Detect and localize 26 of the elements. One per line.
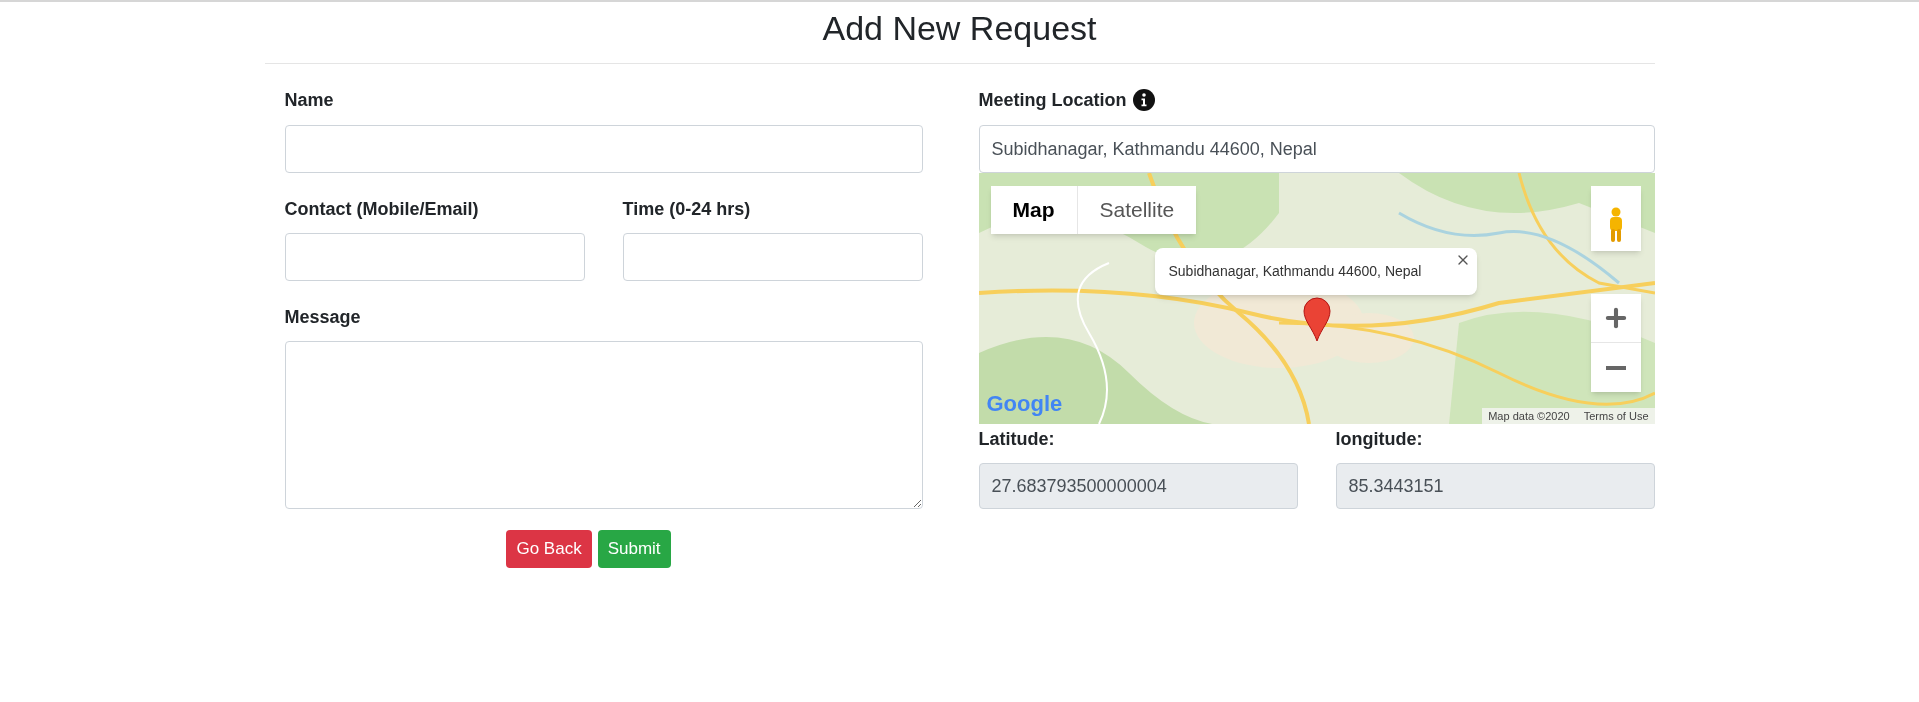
field-label: Name xyxy=(284,89,335,112)
time-field[interactable] xyxy=(622,233,923,281)
field-label: Message xyxy=(284,306,362,329)
map-type-tab[interactable]: Satellite xyxy=(1076,186,1197,234)
terms-link[interactable]: Terms of Use xyxy=(1583,407,1649,424)
go-back-button[interactable]: Go Back xyxy=(506,530,592,568)
map-attribution: Map data ©2020 xyxy=(1488,408,1570,424)
street-view-button[interactable] xyxy=(1590,186,1641,251)
field-label: Meeting Location xyxy=(978,89,1127,112)
minus-icon xyxy=(1605,365,1626,370)
field-label: Time (0-24 hrs) xyxy=(622,198,752,221)
message-field[interactable] xyxy=(284,341,923,509)
contact-field[interactable] xyxy=(284,233,585,281)
map-logo: Google xyxy=(986,390,1063,418)
info-window-text: Subidhanagar, Kathmandu 44600, Nepal xyxy=(1168,262,1422,281)
field-label: Latitude: xyxy=(978,428,1056,451)
info-icon[interactable] xyxy=(1132,89,1155,111)
location-field[interactable]: Subidhanagar, Kathmandu 44600, Nepal xyxy=(978,125,1655,173)
field-label: longitude: xyxy=(1335,428,1424,451)
latitude-field[interactable]: 27.683793500000004 xyxy=(978,463,1298,509)
map-type-tab[interactable]: Map xyxy=(990,186,1077,234)
page-title: Add New Request xyxy=(822,8,1097,49)
marker-icon xyxy=(1302,297,1331,342)
field-label: Contact (Mobile/Email) xyxy=(284,198,480,221)
longitude-field[interactable]: 85.3443151 xyxy=(1335,463,1655,509)
name-field[interactable] xyxy=(284,125,923,173)
